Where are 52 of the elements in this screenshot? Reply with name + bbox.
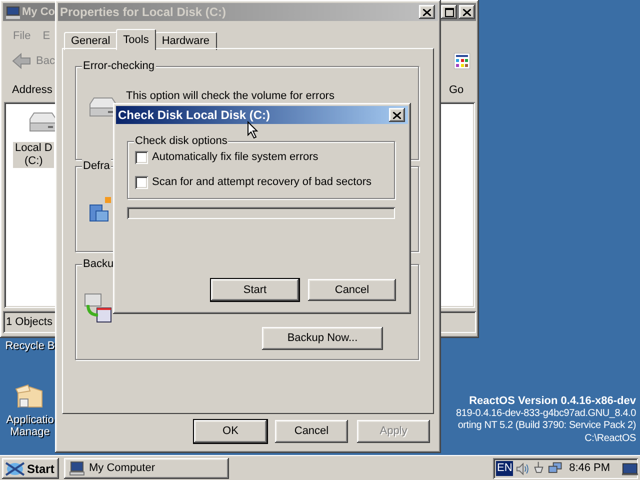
- version-text: ReactOS Version 0.4.16-x86-dev: [469, 395, 636, 408]
- close-button[interactable]: [389, 108, 405, 122]
- speaker-icon[interactable]: [516, 462, 530, 476]
- description-text: This option will check the volume for errors: [126, 90, 334, 102]
- group-title: Check disk options: [134, 134, 228, 148]
- checkbox-label[interactable]: Scan for and attempt recovery of bad sectors: [152, 174, 372, 190]
- network-plug-icon[interactable]: [533, 461, 545, 476]
- close-icon: [463, 8, 471, 16]
- checkbox-label[interactable]: Automatically fix file system errors: [152, 148, 318, 166]
- taskbar-button[interactable]: My Computer: [64, 458, 229, 479]
- go-button[interactable]: Go: [449, 82, 464, 98]
- checkbox[interactable]: [135, 176, 148, 188]
- start-button[interactable]: Start: [2, 458, 59, 479]
- computer-icon: [69, 461, 85, 476]
- desktop-icon-label[interactable]: Applicatio Manage: [6, 414, 54, 438]
- close-icon: [393, 112, 401, 118]
- drive-label[interactable]: Local D (C:): [13, 142, 54, 168]
- dialog-button[interactable]: OK: [194, 420, 267, 443]
- tab[interactable]: Hardware: [154, 32, 217, 50]
- desktop-icon-label[interactable]: Recycle B: [5, 340, 55, 352]
- network-computers-icon[interactable]: [548, 461, 562, 476]
- close-button[interactable]: [459, 5, 475, 19]
- language-indicator[interactable]: EN: [496, 461, 514, 476]
- dialog-button[interactable]: Start: [211, 279, 299, 301]
- version-text: 819-0.4.16-dev-833-g4bc97ad.GNU_8.4.0: [456, 408, 636, 420]
- maximize-button[interactable]: [441, 5, 457, 19]
- window-title: Check Disk Local Disk (C:): [118, 107, 270, 124]
- close-button[interactable]: [419, 5, 435, 19]
- views-icon[interactable]: [454, 53, 470, 69]
- status-text: 1 Objects: [6, 315, 52, 330]
- backup-icon: [84, 293, 112, 323]
- dialog-button[interactable]: Backup Now...: [262, 327, 383, 350]
- window-title: My Co: [22, 4, 55, 20]
- window-title: Properties for Local Disk (C:): [60, 4, 226, 21]
- clock[interactable]: 8:46 PM: [569, 460, 610, 477]
- computer-icon: [6, 6, 20, 18]
- blocks-icon: [88, 197, 112, 223]
- logo-icon: [5, 462, 25, 476]
- version-text: orting NT 5.2 (Build 3790: Service Pack 2): [458, 420, 636, 432]
- address-label: Address: [12, 83, 52, 98]
- checkbox[interactable]: [135, 150, 148, 164]
- group-title: Error-checking: [82, 59, 156, 73]
- show-desktop-icon[interactable]: [622, 462, 638, 476]
- mouse-cursor-icon: [247, 121, 259, 139]
- tab[interactable]: Tools: [116, 29, 156, 50]
- dialog-button[interactable]: Cancel: [275, 420, 348, 443]
- tab[interactable]: General: [64, 32, 118, 50]
- close-icon: [423, 8, 431, 16]
- dialog-button[interactable]: Cancel: [308, 279, 396, 301]
- version-text: C:\ReactOS: [584, 432, 636, 445]
- back-arrow-icon: [12, 52, 32, 70]
- maximize-icon: [444, 8, 454, 16]
